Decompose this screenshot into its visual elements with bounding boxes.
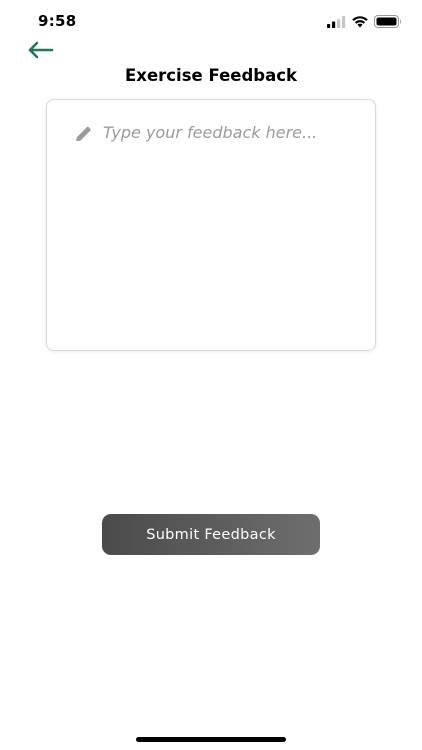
page-title: Exercise Feedback [125,66,297,85]
pencil-icon [76,126,91,141]
home-indicator[interactable] [136,737,286,742]
status-bar: 9:58 [0,0,422,44]
feedback-box [46,99,376,351]
exercise-feedback-screen: 9:58 Exercise Feedback Type your feedbac… [0,0,422,750]
cellular-signal-icon [327,16,346,28]
wifi-icon [352,16,368,28]
back-button[interactable] [24,38,56,62]
submit-feedback-button[interactable]: Submit Feedback [102,514,320,555]
status-time: 9:58 [38,12,77,30]
battery-icon [374,15,401,28]
arrow-left-icon [28,41,54,59]
feedback-input[interactable] [103,118,363,338]
